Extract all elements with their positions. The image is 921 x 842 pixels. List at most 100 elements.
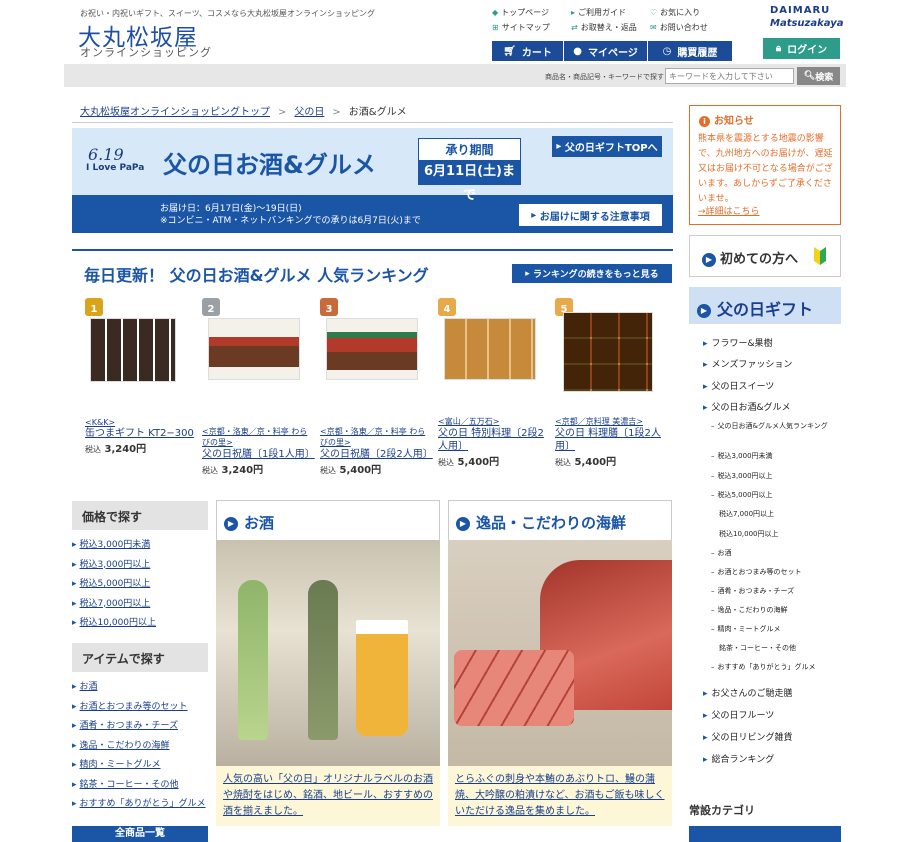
exchange-icon: ⇄ bbox=[571, 23, 578, 32]
divider bbox=[72, 249, 673, 251]
product-name[interactable]: 缶つまギフト KT2−300 bbox=[85, 427, 195, 440]
sidebar-item-flower[interactable]: フラワー&果樹 bbox=[703, 336, 773, 349]
product-name[interactable]: 父の日 料理膳〔1段2人用〕 bbox=[555, 427, 665, 453]
history-button[interactable]: ◷ 購買履歴 bbox=[648, 41, 733, 61]
matsuzakaya-logo: Matsuzakaya bbox=[770, 18, 844, 29]
product-brand[interactable]: <京都・洛東／京・料亭 わらびの里> bbox=[320, 426, 430, 448]
category-seafood-desc[interactable]: とらふぐの刺身や本鮪のあぶりトロ、鰻の蒲焼、大吟醸の粕漬けなど、お酒もご飯も味し… bbox=[448, 766, 672, 826]
price-nav: 税込3,000円未満 税込3,000円以上 税込5,000円以上 税込7,000… bbox=[72, 536, 208, 634]
breadcrumb-fathersday[interactable]: 父の日 bbox=[294, 107, 324, 118]
category-sake-title[interactable]: ▶ お酒 bbox=[224, 512, 274, 533]
price-link[interactable]: 税込3,000円未満 bbox=[72, 536, 208, 556]
product-image[interactable] bbox=[208, 318, 300, 380]
permanent-category-bar bbox=[689, 826, 841, 842]
chevron-right-icon: ▶ bbox=[224, 516, 238, 531]
bottle-image bbox=[308, 580, 338, 740]
product-image[interactable] bbox=[90, 318, 176, 382]
ranking-item[interactable]: 3 <京都・洛東／京・料亭 わらびの里> 父の日祝膳〔2段2人用〕 税込 5,4… bbox=[320, 298, 433, 476]
sidebar-subitem[interactable]: 税込7,000円以上 bbox=[719, 509, 774, 519]
sidebar-subitem[interactable]: お酒 bbox=[711, 548, 732, 558]
sidebar-subitem[interactable]: 精肉・ミートグルメ bbox=[711, 624, 781, 634]
order-period-label: 承り期間 bbox=[445, 143, 494, 157]
gift-top-button[interactable]: ▸ 父の日ギフトTOPへ bbox=[552, 136, 662, 157]
ranking-item[interactable]: 1 <K&K> 缶つまギフト KT2−300 税込 3,240円 bbox=[85, 298, 195, 455]
product-image[interactable] bbox=[444, 318, 536, 380]
item-search-heading: アイテムで探す bbox=[72, 643, 208, 672]
sitemap-icon: ⊞ bbox=[492, 23, 499, 32]
sidebar-subitem[interactable]: 父の日お酒&グルメ人気ランキング bbox=[711, 421, 828, 431]
category-sake-image[interactable] bbox=[216, 540, 440, 766]
info-icon: i bbox=[699, 116, 710, 127]
search-input[interactable] bbox=[665, 68, 794, 84]
item-link[interactable]: お酒とおつまみ等のセット bbox=[72, 698, 208, 718]
item-link[interactable]: 精肉・ミートグルメ bbox=[72, 756, 208, 776]
sidebar-subitem[interactable]: 逸品・こだわりの海鮮 bbox=[711, 605, 788, 615]
sidebar-item-gochiso[interactable]: お父さんのご馳走膳 bbox=[703, 686, 793, 699]
product-brand[interactable]: <K&K> bbox=[85, 418, 195, 427]
beer-glass-image bbox=[356, 620, 408, 736]
util-link-returns[interactable]: ⇄ お取替え・返品 bbox=[571, 22, 637, 33]
product-image[interactable] bbox=[326, 318, 418, 380]
sidebar-subitem[interactable]: おすすめ「ありがとう」グルメ bbox=[711, 662, 816, 672]
chevron-right-icon: ▶ bbox=[697, 303, 711, 318]
item-link[interactable]: 銘茶・コーヒー・その他 bbox=[72, 776, 208, 796]
product-price: 税込 3,240円 bbox=[85, 444, 147, 455]
ranking-item[interactable]: 2 <京都・洛東／京・料亭 わらびの里> 父の日祝膳〔1段1人用〕 税込 3,2… bbox=[202, 298, 315, 476]
price-link[interactable]: 税込10,000円以上 bbox=[72, 614, 208, 634]
delivery-notes-button[interactable]: ▸ お届けに関する注意事項 bbox=[519, 204, 662, 226]
ranking-more-button[interactable]: ▸ ランキングの続きをもっと見る bbox=[512, 264, 672, 283]
sidebar-subitem[interactable]: お酒とおつまみ等のセット bbox=[711, 567, 802, 577]
util-link-contact[interactable]: ✉ お問い合わせ bbox=[650, 22, 708, 33]
util-link-guide[interactable]: ▸ ご利用ガイド bbox=[571, 7, 626, 18]
mypage-button[interactable]: ● マイページ bbox=[564, 41, 648, 61]
item-link[interactable]: おすすめ「ありがとう」グルメ bbox=[72, 795, 208, 815]
sidebar-item-mens[interactable]: メンズファッション bbox=[703, 357, 793, 370]
sidebar-subitem[interactable]: 酒肴・おつまみ・チーズ bbox=[711, 586, 795, 596]
product-name[interactable]: 父の日祝膳〔2段2人用〕 bbox=[320, 448, 433, 461]
util-link-favorites[interactable]: ♡ お気に入り bbox=[650, 7, 700, 18]
crown-icon: 4 bbox=[438, 298, 456, 316]
notice-detail-link[interactable]: →詳細はこちら bbox=[698, 204, 760, 217]
ranking-item[interactable]: 4 <富山／五万石> 父の日 特別料理〔2段2人用〕 税込 5,400円 bbox=[438, 298, 548, 468]
sidebar-item-sweets[interactable]: 父の日スイーツ bbox=[703, 379, 775, 392]
product-name[interactable]: 父の日祝膳〔1段1人用〕 bbox=[202, 448, 315, 461]
first-time-button[interactable]: ▶ 初めての方へ bbox=[689, 235, 841, 277]
price-link[interactable]: 税込7,000円以上 bbox=[72, 595, 208, 615]
login-button[interactable]: 🔒︎ ログイン bbox=[763, 38, 840, 59]
page-title: 父の日お酒&グルメ bbox=[163, 151, 376, 179]
util-link-sitemap[interactable]: ⊞ サイトマップ bbox=[492, 22, 550, 33]
sidebar-subitem[interactable]: 税込10,000円以上 bbox=[719, 529, 779, 539]
category-sake-desc[interactable]: 人気の高い「父の日」オリジナルラベルのお酒や焼酎をはじめ、銘酒、地ビール、おすす… bbox=[216, 766, 440, 826]
product-brand[interactable]: <京都／京料理 美濃吉> bbox=[555, 416, 665, 427]
cart-button[interactable]: 🛒︎ カート bbox=[492, 41, 564, 61]
sidebar-subitem[interactable]: 税込3,000円以上 bbox=[711, 471, 773, 481]
chevron-right-icon: ▸ bbox=[525, 268, 533, 279]
product-brand[interactable]: <京都・洛東／京・料亭 わらびの里> bbox=[202, 426, 312, 448]
sidebar-item-fruits[interactable]: 父の日フルーツ bbox=[703, 708, 775, 721]
product-image[interactable] bbox=[563, 312, 653, 392]
guide-icon: ▸ bbox=[571, 8, 576, 17]
sidebar-subitem[interactable]: 税込5,000円以上 bbox=[711, 490, 773, 500]
user-icon: ● bbox=[573, 45, 582, 57]
item-link[interactable]: 逸品・こだわりの海鮮 bbox=[72, 737, 208, 757]
search-button[interactable]: 🔍︎ 検索 bbox=[797, 67, 840, 85]
product-brand[interactable]: <富山／五万石> bbox=[438, 416, 548, 427]
breadcrumb-top[interactable]: 大丸松坂屋オンラインショッピングトップ bbox=[80, 107, 270, 118]
all-products-button[interactable]: 全商品一覧 bbox=[72, 826, 208, 842]
sidebar-subitem[interactable]: 銘茶・コーヒー・その他 bbox=[719, 643, 796, 653]
sidebar-item-gourmet[interactable]: 父の日お酒&グルメ bbox=[703, 400, 791, 413]
sidebar-item-living[interactable]: 父の日リビング雑貨 bbox=[703, 730, 793, 743]
category-seafood-title[interactable]: ▶ 逸品・こだわりの海鮮 bbox=[456, 512, 626, 533]
price-link[interactable]: 税込5,000円以上 bbox=[72, 575, 208, 595]
category-seafood-image[interactable] bbox=[448, 540, 672, 766]
item-link[interactable]: 酒肴・おつまみ・チーズ bbox=[72, 717, 208, 737]
product-name[interactable]: 父の日 特別料理〔2段2人用〕 bbox=[438, 427, 548, 453]
fathersday-gift-heading[interactable]: ▶ 父の日ギフト bbox=[689, 287, 841, 324]
util-link-top[interactable]: ◆ トップページ bbox=[492, 7, 549, 18]
ranking-item[interactable]: 5 <京都／京料理 美濃吉> 父の日 料理膳〔1段2人用〕 税込 5,400円 bbox=[555, 298, 665, 468]
sidebar-subitem[interactable]: 税込3,000円未満 bbox=[711, 451, 773, 461]
sidebar-item-ranking[interactable]: 総合ランキング bbox=[703, 752, 775, 765]
price-link[interactable]: 税込3,000円以上 bbox=[72, 556, 208, 576]
site-logo-sub[interactable]: オンラインショッピング bbox=[80, 44, 212, 60]
item-link[interactable]: お酒 bbox=[72, 678, 208, 698]
